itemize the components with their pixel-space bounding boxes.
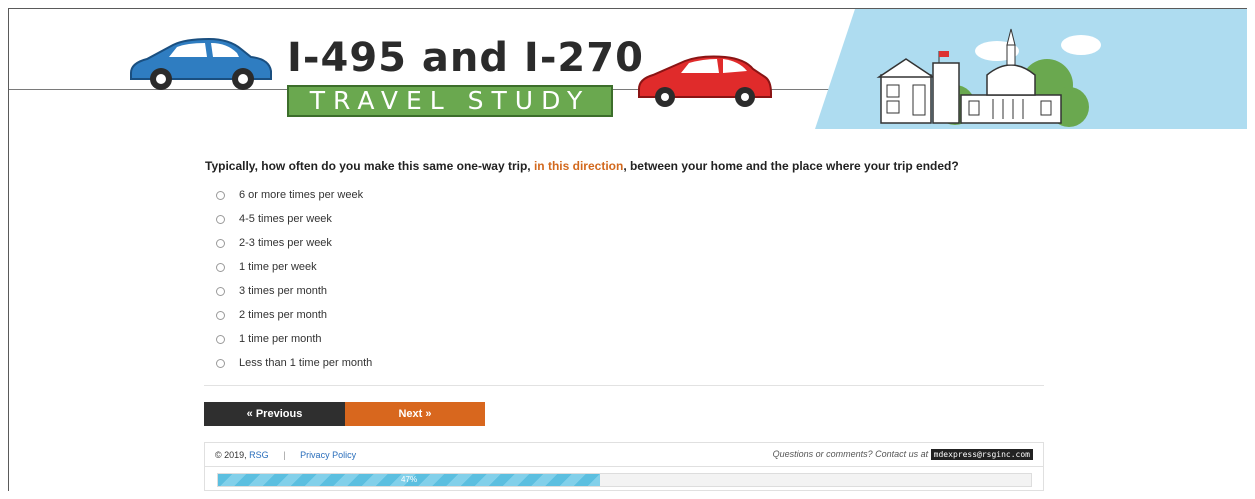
radio-button[interactable] (216, 310, 225, 320)
question-text-end: , between your home and the place where … (623, 159, 959, 173)
option-label: 1 time per month (239, 333, 322, 345)
capitol-building-icon (876, 28, 1101, 127)
footer-separator: | (283, 450, 286, 460)
answer-option[interactable]: 1 time per week (205, 255, 1065, 279)
radio-button[interactable] (216, 190, 225, 200)
previous-button[interactable]: « Previous (204, 402, 345, 426)
radio-button[interactable] (216, 262, 225, 272)
question-text-start: Typically, how often do you make this sa… (205, 159, 534, 173)
answer-option[interactable]: 1 time per month (205, 327, 1065, 351)
question-panel: Typically, how often do you make this sa… (205, 159, 1065, 375)
progress-label: 47% (401, 475, 418, 484)
answer-option[interactable]: 6 or more times per week (205, 183, 1065, 207)
page-title: I-495 and I-270 (287, 35, 644, 81)
answer-option[interactable]: 2 times per month (205, 303, 1065, 327)
blue-car-icon (130, 37, 272, 90)
progress-fill: 47% (218, 474, 601, 486)
option-label: 1 time per week (239, 261, 317, 273)
contact-text: Questions or comments? Contact us at (772, 449, 929, 459)
header-banner: I-495 and I-270 TRAVEL STUDY (9, 9, 1247, 129)
radio-button[interactable] (216, 214, 225, 224)
answer-option[interactable]: 4-5 times per week (205, 207, 1065, 231)
section-divider (204, 385, 1044, 386)
page-subtitle: TRAVEL STUDY (287, 85, 613, 117)
radio-button[interactable] (216, 334, 225, 344)
copyright-text: © 2019, (215, 450, 247, 460)
progress-section: 47% (204, 467, 1044, 491)
contact-email[interactable]: mdexpress@rsginc.com (930, 449, 1033, 460)
option-label: 2 times per month (239, 309, 328, 321)
answer-option[interactable]: 2-3 times per week (205, 231, 1065, 255)
answer-option[interactable]: 3 times per month (205, 279, 1065, 303)
progress-bar: 47% (217, 473, 1032, 487)
question-text: Typically, how often do you make this sa… (205, 159, 1065, 173)
option-label: 3 times per month (239, 285, 328, 297)
option-label: 2-3 times per week (239, 237, 332, 249)
footer: © 2019, RSG | Privacy Policy Questions o… (204, 442, 1044, 467)
answer-options: 6 or more times per week 4-5 times per w… (205, 183, 1065, 375)
footer-left: © 2019, RSG | Privacy Policy (215, 450, 356, 460)
red-car-icon (638, 55, 772, 107)
question-highlight: in this direction (533, 159, 624, 173)
rsg-link[interactable]: RSG (249, 450, 269, 460)
survey-frame: I-495 and I-270 TRAVEL STUDY Typically, … (8, 8, 1247, 491)
option-label: Less than 1 time per month (239, 357, 373, 369)
next-button[interactable]: Next » (345, 402, 485, 426)
footer-contact: Questions or comments? Contact us at mde… (772, 449, 1033, 460)
option-label: 6 or more times per week (239, 189, 364, 201)
radio-button[interactable] (216, 358, 225, 368)
answer-option[interactable]: Less than 1 time per month (205, 351, 1065, 375)
radio-button[interactable] (216, 238, 225, 248)
radio-button[interactable] (216, 286, 225, 296)
option-label: 4-5 times per week (239, 213, 332, 225)
privacy-policy-link[interactable]: Privacy Policy (300, 450, 356, 460)
